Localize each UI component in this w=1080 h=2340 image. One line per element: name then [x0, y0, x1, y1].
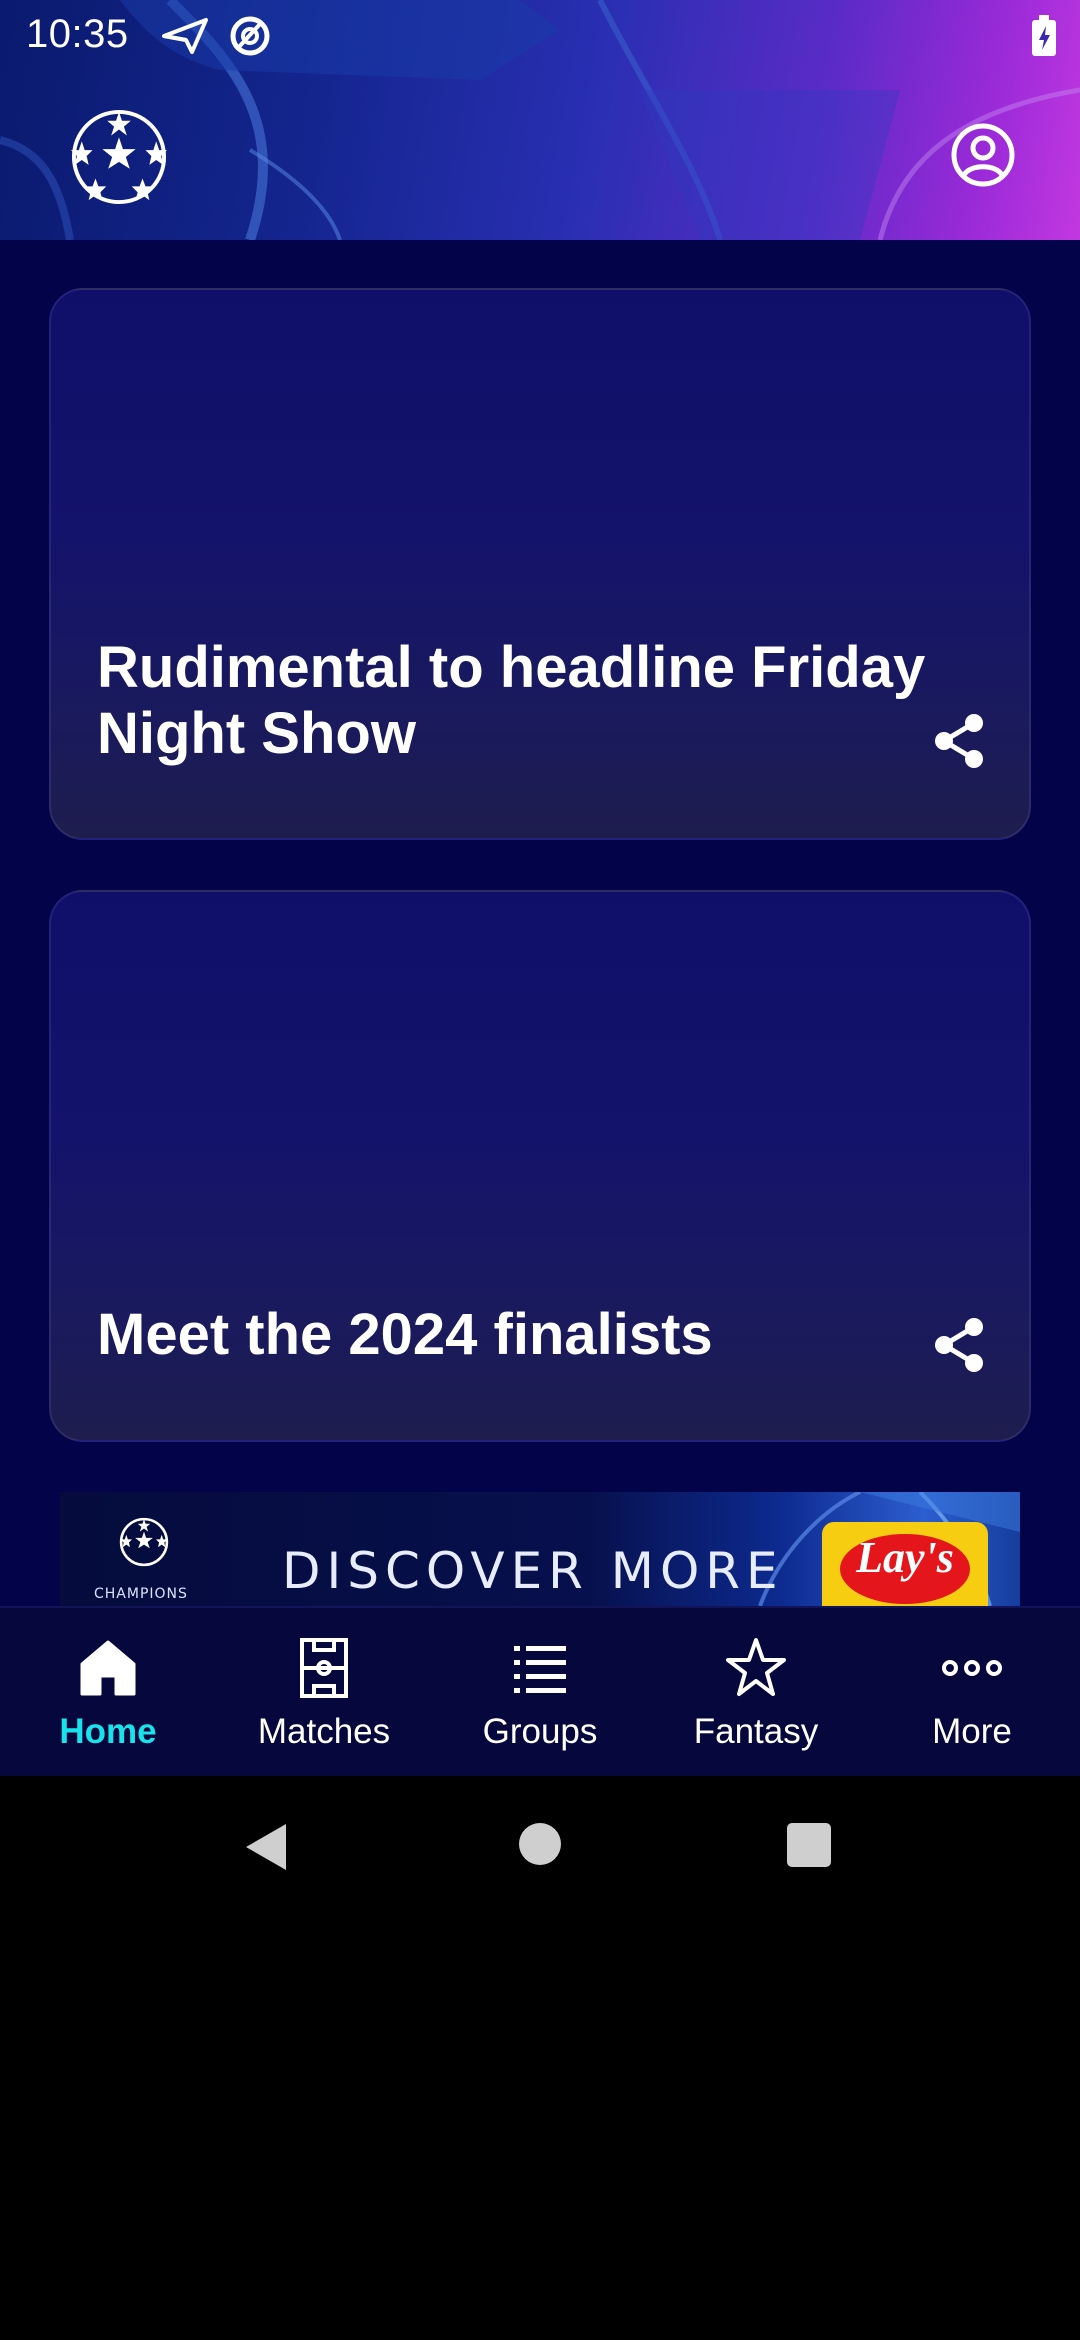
tab-fantasy[interactable]: Fantasy	[648, 1608, 864, 1776]
tab-label: Matches	[257, 1712, 391, 1751]
system-nav-bar	[0, 1776, 1080, 1920]
share-icon[interactable]	[931, 712, 989, 770]
pitch-icon	[300, 1638, 348, 1698]
app-screen: 10:35 Rudimental to headline Friday Nigh…	[0, 0, 1080, 1776]
news-card[interactable]: Meet the 2024 finalists	[49, 890, 1031, 1442]
share-icon[interactable]	[931, 1316, 989, 1374]
starball-small-icon	[119, 1517, 169, 1567]
bottom-nav: Home Matches Groups Fantasy More	[0, 1606, 1080, 1776]
tab-home[interactable]: Home	[0, 1608, 216, 1776]
news-card-title: Rudimental to headline Friday Night Show	[97, 635, 926, 766]
news-card[interactable]: Rudimental to headline Friday Night Show	[49, 288, 1031, 840]
starball-logo-icon[interactable]	[70, 108, 168, 206]
home-circle-icon[interactable]	[518, 1822, 562, 1866]
star-icon	[726, 1638, 786, 1696]
back-icon[interactable]	[244, 1822, 288, 1872]
ad-brand-text: Lay's	[856, 1533, 954, 1582]
vpn-icon	[230, 16, 270, 56]
home-icon	[80, 1640, 136, 1696]
ad-banner[interactable]: CHAMPIONS DISCOVER MORE Lay's	[60, 1492, 1020, 1606]
battery-charging-icon	[1032, 15, 1056, 56]
status-time: 10:35	[26, 12, 129, 56]
news-card-title: Meet the 2024 finalists	[97, 1302, 713, 1367]
recents-icon[interactable]	[786, 1822, 832, 1868]
tab-matches[interactable]: Matches	[216, 1608, 432, 1776]
more-horizontal-icon	[942, 1660, 1002, 1676]
list-icon	[514, 1646, 566, 1693]
tab-label: More	[932, 1712, 1012, 1751]
ad-headline: DISCOVER MORE	[282, 1542, 784, 1600]
tab-label: Fantasy	[693, 1712, 819, 1751]
tab-label: Groups	[482, 1712, 598, 1751]
ad-logo-text: CHAMPIONS	[94, 1586, 188, 1602]
tab-groups[interactable]: Groups	[432, 1608, 648, 1776]
header: 10:35	[0, 0, 1080, 240]
tab-more[interactable]: More	[864, 1608, 1080, 1776]
status-bar: 10:35	[0, 0, 1080, 72]
account-circle-icon[interactable]	[950, 122, 1016, 188]
tab-label: Home	[59, 1712, 157, 1751]
send-icon	[162, 18, 208, 54]
ad-brand-logo: Lay's	[822, 1522, 988, 1606]
